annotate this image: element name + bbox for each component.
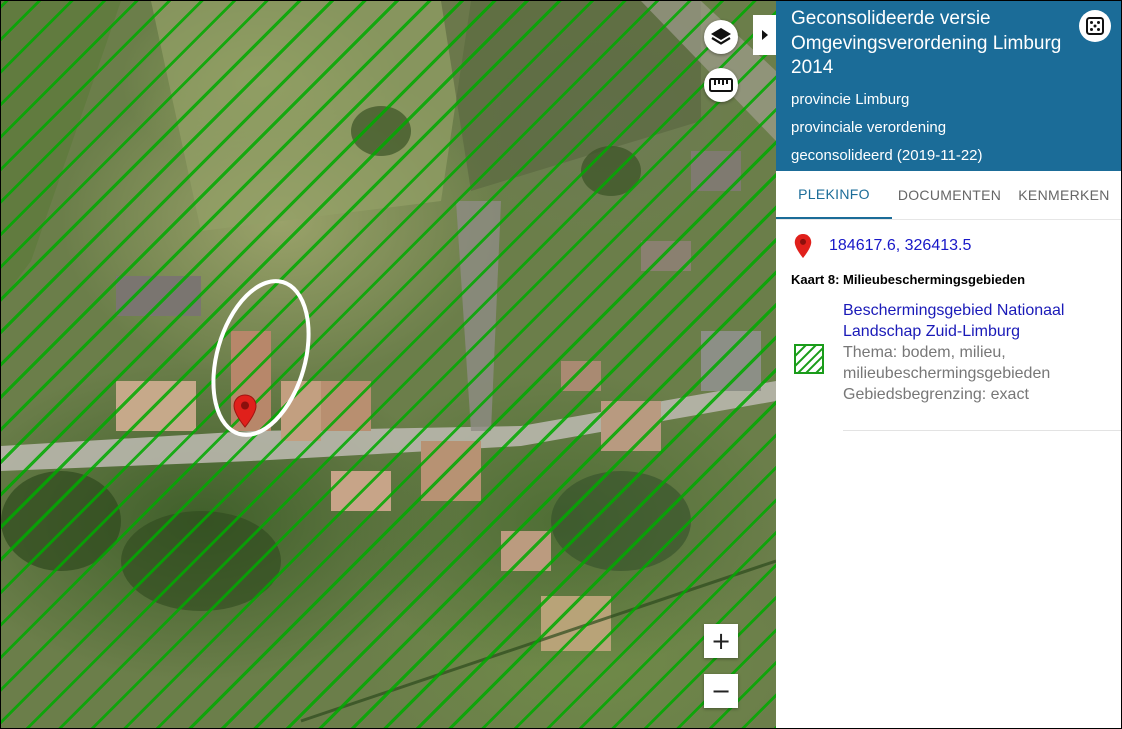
ruler-icon — [709, 78, 733, 92]
tab-documenten[interactable]: DOCUMENTEN — [892, 171, 1007, 219]
location-pin-icon — [794, 234, 812, 258]
protection-area-link[interactable]: Beschermingsgebied Nationaal Landschap Z… — [843, 300, 1113, 342]
info-panel: Geconsolideerde versie Omgevingsverorden… — [776, 1, 1121, 728]
meta-organisation: provincie Limburg — [791, 90, 910, 108]
meta-type: provinciale verordening — [791, 118, 947, 136]
list-item: Beschermingsgebied Nationaal Landschap Z… — [776, 298, 1121, 438]
map-section-title: Kaart 8: Milieubeschermingsgebieden — [791, 272, 1026, 287]
dice-icon — [1086, 17, 1104, 35]
highlight-ellipse — [211, 279, 311, 437]
measure-button[interactable] — [704, 68, 738, 102]
app-frame: + − Geconsolideerde versie Omgevingsvero… — [0, 0, 1122, 729]
dice-button[interactable] — [1079, 10, 1111, 42]
map-marker-icon — [233, 394, 257, 428]
zoom-in-button[interactable]: + — [704, 624, 738, 658]
tab-kenmerken[interactable]: KENMERKEN — [1007, 171, 1121, 219]
divider — [843, 430, 1121, 431]
panel-toggle-button[interactable] — [753, 15, 776, 55]
coordinates-link[interactable]: 184617.6, 326413.5 — [829, 237, 971, 255]
layers-button[interactable] — [704, 20, 738, 54]
tab-plekinfo[interactable]: PLEKINFO — [776, 171, 892, 219]
panel-tabs: PLEKINFO DOCUMENTEN KENMERKEN — [776, 171, 1121, 220]
document-meta: provincie Limburg provinciale verordenin… — [791, 86, 1105, 170]
caret-right-icon — [761, 30, 768, 40]
meta-status: geconsolideerd (2019-11-22) — [791, 146, 983, 164]
hatch-legend-icon — [794, 344, 824, 374]
zoom-out-button[interactable]: − — [704, 674, 738, 708]
layers-icon — [711, 28, 731, 45]
panel-header: Geconsolideerde versie Omgevingsverorden… — [776, 1, 1121, 171]
location-row: 184617.6, 326413.5 — [776, 220, 1121, 272]
begrenzing-text: Gebiedsbegrenzing: exact — [843, 386, 1029, 403]
map-view[interactable]: + − — [1, 1, 776, 728]
document-title: Geconsolideerde versie Omgevingsverorden… — [791, 8, 1062, 78]
thema-text: Thema: bodem, milieu, milieubeschermings… — [843, 344, 1051, 382]
